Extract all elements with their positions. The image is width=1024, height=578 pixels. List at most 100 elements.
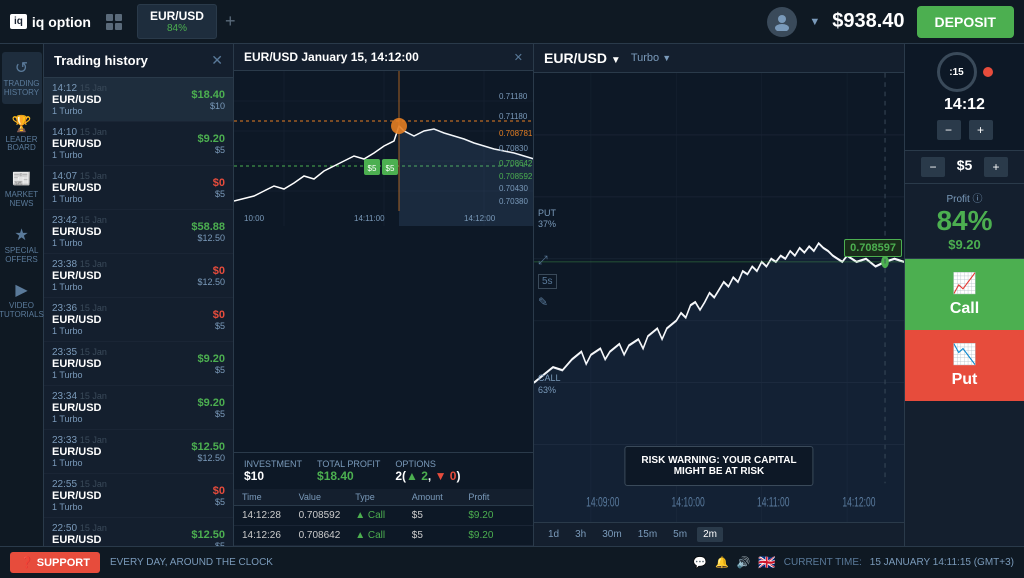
logo-text: iq option: [32, 14, 91, 30]
history-item-amount: $5: [213, 321, 225, 331]
timer-circle: :15: [937, 52, 977, 92]
volume-icon[interactable]: 🔊: [737, 556, 751, 569]
history-item-type: 1 Turbo: [52, 370, 197, 380]
history-title: Trading history: [54, 53, 148, 68]
user-avatar[interactable]: [767, 7, 797, 37]
tf-5m[interactable]: 5m: [667, 527, 693, 542]
history-item[interactable]: 23:38 15 Jan EUR/USD 1 Turbo $0 $12.50: [44, 254, 233, 298]
history-item-time: 23:34 15 Jan: [52, 391, 197, 402]
support-icon: ❓: [20, 557, 34, 569]
draw-tool[interactable]: ✎: [538, 295, 557, 309]
svg-text:0.708781: 0.708781: [499, 129, 533, 138]
asset-tab[interactable]: EUR/USD 84%: [137, 4, 217, 39]
5s-label: 5s: [538, 274, 557, 289]
history-item-pair: EUR/USD: [52, 314, 213, 326]
history-panel: Trading history ✕ 14:12 15 Jan EUR/USD 1…: [44, 44, 234, 546]
history-item[interactable]: 23:34 15 Jan EUR/USD 1 Turbo $9.20 $5: [44, 386, 233, 430]
history-item[interactable]: 14:12 15 Jan EUR/USD 1 Turbo $18.40 $10: [44, 78, 233, 122]
history-item-profit: $9.20: [197, 397, 225, 409]
trades-table: Time Value Type Amount Profit 14:12:28 0…: [234, 489, 533, 546]
sidebar-item-leaderboard[interactable]: 🏆 LEADERBOARD: [2, 108, 42, 160]
chat-icon[interactable]: 💬: [693, 556, 707, 569]
history-item-left: 14:10 15 Jan EUR/USD 1 Turbo: [52, 127, 197, 160]
video-icon: ▶: [15, 280, 27, 300]
history-item[interactable]: 22:55 15 Jan EUR/USD 1 Turbo $0 $5: [44, 474, 233, 518]
svg-text:0.708642: 0.708642: [499, 159, 533, 168]
timer-minus-button[interactable]: −: [937, 120, 961, 140]
col-type: Type: [355, 492, 412, 502]
history-item-pair: EUR/USD: [52, 226, 191, 238]
pair-type[interactable]: Turbo ▼: [631, 52, 671, 64]
tf-2m[interactable]: 2m: [697, 527, 723, 542]
amount-minus-button[interactable]: −: [921, 157, 945, 177]
sidebar-item-special-offers[interactable]: ★ SPECIALOFFERS: [2, 219, 42, 271]
history-item[interactable]: 22:50 15 Jan EUR/USD 1 Turbo $12.50 $5: [44, 518, 233, 546]
history-item-right: $12.50 $12.50: [191, 441, 225, 463]
trade-value: 0.708592: [299, 510, 356, 521]
svg-text:$5: $5: [368, 164, 377, 173]
history-item[interactable]: 23:42 15 Jan EUR/USD 1 Turbo $58.88 $12.…: [44, 210, 233, 254]
call-button[interactable]: 📈 Call: [905, 259, 1024, 330]
svg-text:10:00: 10:00: [244, 214, 265, 223]
timer-plus-button[interactable]: +: [969, 120, 993, 140]
trade-profit: $9.20: [468, 510, 525, 521]
tf-30m[interactable]: 30m: [596, 527, 627, 542]
history-item-profit: $9.20: [197, 353, 225, 365]
trade-amount: $5: [412, 530, 469, 541]
total-profit-label: TOTAL PROFIT: [317, 459, 380, 469]
investment-value: $10: [244, 469, 264, 483]
deposit-button[interactable]: DEPOSIT: [917, 6, 1014, 38]
support-button[interactable]: ❓ SUPPORT: [10, 552, 100, 573]
risk-warning: RISK WARNING: YOUR CAPITALMIGHT BE AT RI…: [624, 446, 813, 486]
sidebar-item-trading-history[interactable]: ↺ TRADINGHISTORY: [2, 52, 42, 104]
history-item-pair: EUR/USD: [52, 358, 197, 370]
history-item-time: 14:07 15 Jan: [52, 171, 213, 182]
history-item-time: 23:36 15 Jan: [52, 303, 213, 314]
expand-icon[interactable]: ⤢: [538, 253, 557, 268]
svg-text:0.71180: 0.71180: [499, 112, 528, 121]
history-item[interactable]: 23:33 15 Jan EUR/USD 1 Turbo $12.50 $12.…: [44, 430, 233, 474]
sidebar-item-market-news[interactable]: 📰 MARKETNEWS: [2, 163, 42, 215]
history-item-amount: $5: [213, 189, 225, 199]
tf-3h[interactable]: 3h: [569, 527, 592, 542]
trade-amount: $5: [412, 510, 469, 521]
tf-15m[interactable]: 15m: [632, 527, 663, 542]
call-percentage-label: CALL63%: [538, 373, 561, 396]
history-item-right: $0 $5: [213, 485, 225, 507]
options-value: 2(▲ 2, ▼ 0): [395, 469, 460, 483]
history-close-button[interactable]: ✕: [211, 52, 223, 69]
bottom-icons: 💬 🔔 🔊 🇬🇧 CURRENT TIME: 15 JANUARY 14:11:…: [693, 554, 1014, 571]
svg-text:14:12:00: 14:12:00: [464, 214, 496, 223]
put-button[interactable]: 📉 Put: [905, 330, 1024, 401]
logo: iq iq option: [10, 14, 91, 30]
sidebar-item-video-tutorials[interactable]: ▶ VIDEOTUTORIALS: [2, 274, 42, 326]
history-item[interactable]: 23:36 15 Jan EUR/USD 1 Turbo $0 $5: [44, 298, 233, 342]
history-item[interactable]: 14:07 15 Jan EUR/USD 1 Turbo $0 $5: [44, 166, 233, 210]
timer-controls: − +: [913, 118, 1016, 142]
investment-summary: INVESTMENT $10: [244, 459, 302, 483]
history-item-right: $9.20 $5: [197, 353, 225, 375]
history-item-profit: $0: [213, 309, 225, 321]
trades-header: Time Value Type Amount Profit: [234, 489, 533, 506]
total-profit-summary: TOTAL PROFIT $18.40: [317, 459, 380, 483]
history-item-time: 23:33 15 Jan: [52, 435, 191, 446]
add-tab-button[interactable]: +: [225, 11, 236, 32]
svg-text:0.71180: 0.71180: [499, 92, 528, 101]
grid-icon[interactable]: [106, 14, 122, 30]
amount-plus-button[interactable]: +: [984, 157, 1008, 177]
asset-name: EUR/USD: [150, 9, 204, 23]
history-item[interactable]: 23:35 15 Jan EUR/USD 1 Turbo $9.20 $5: [44, 342, 233, 386]
history-item[interactable]: 14:10 15 Jan EUR/USD 1 Turbo $9.20 $5: [44, 122, 233, 166]
sidebar-label-leaderboard: LEADERBOARD: [6, 136, 38, 154]
svg-text:14:11:00: 14:11:00: [354, 214, 385, 223]
tf-1d[interactable]: 1d: [542, 527, 565, 542]
chart-detail-close-button[interactable]: ✕: [514, 51, 523, 64]
pair-name[interactable]: EUR/USD ▼: [544, 50, 621, 66]
amount-value: $5: [957, 157, 973, 177]
notification-icon[interactable]: 🔔: [715, 556, 729, 569]
history-item-profit: $12.50: [191, 441, 225, 453]
history-item-left: 23:38 15 Jan EUR/USD 1 Turbo: [52, 259, 197, 292]
history-item-pair: EUR/USD: [52, 534, 191, 546]
trade-type: ▲ Call: [355, 510, 412, 521]
col-profit: Profit: [468, 492, 525, 502]
